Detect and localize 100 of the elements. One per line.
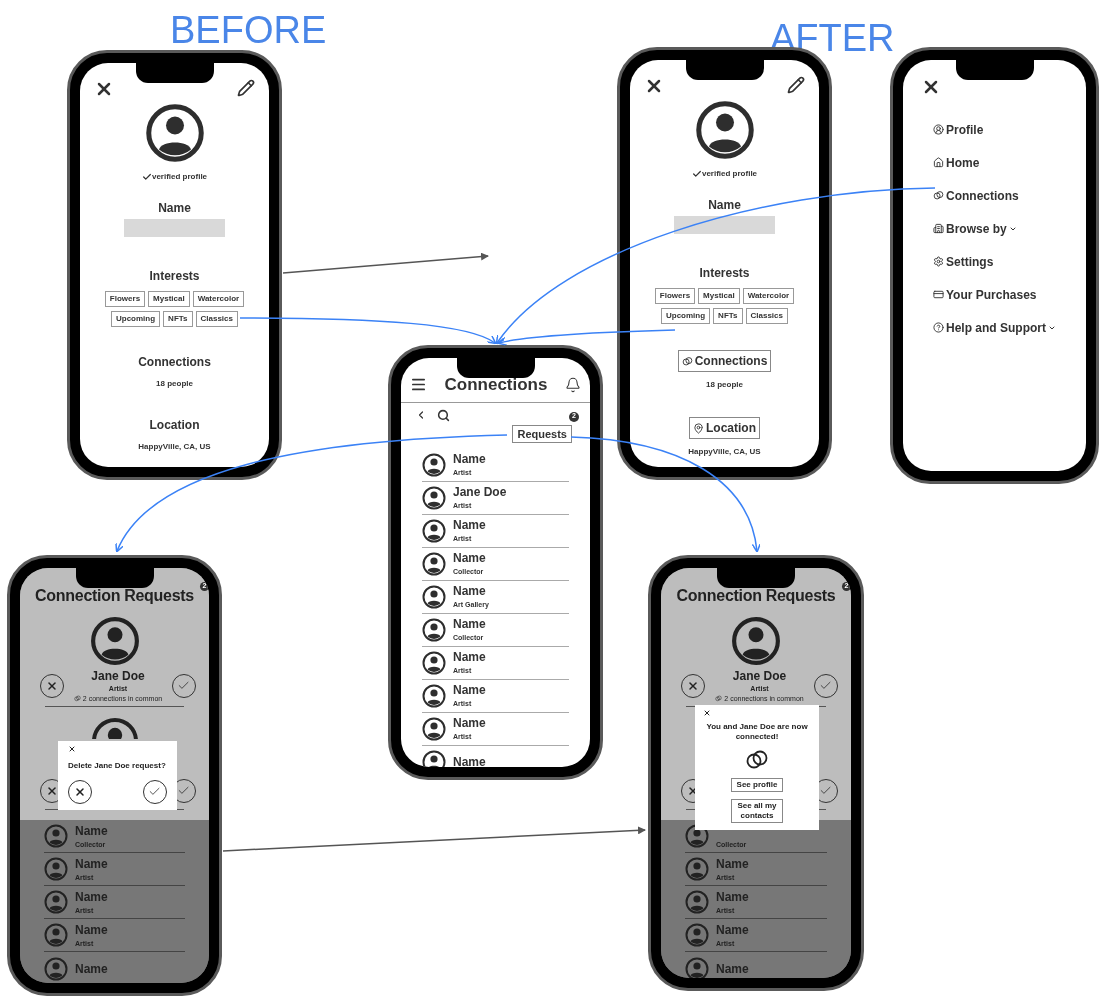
menu-item[interactable]: Help and Support [933,319,1068,336]
search-icon[interactable] [437,408,450,422]
section-heading: Connections [138,354,211,371]
interest-tag: Upcoming [661,308,711,324]
contact-name: Name [716,923,749,936]
section-detail: 18 people [706,379,743,391]
requests-button[interactable]: Requests [512,424,572,443]
avatar-icon [44,890,68,915]
avatar-icon [685,890,709,915]
interest-tag: Watercolor [192,291,245,307]
location-pin-icon [693,422,704,434]
avatar-icon [422,452,446,477]
avatar-icon [685,824,709,849]
avatar-icon [422,716,446,741]
contact-name: Name [75,890,108,903]
contact-name[interactable]: Name [453,519,486,531]
name-label: Name [708,197,741,214]
section-link-button[interactable]: Location [689,417,760,439]
menu-item[interactable]: Home [933,154,1068,171]
edit-icon[interactable] [237,79,255,97]
verified-label: verified profile [151,171,208,183]
close-icon[interactable] [68,745,76,753]
close-icon [687,680,699,692]
avatar-icon [422,750,446,767]
contact-name: Name [75,962,108,975]
interest-tag: Watercolor [742,288,795,304]
close-icon [46,680,58,692]
contact-name: Name [75,824,108,837]
notification-bell-icon[interactable] [565,376,581,393]
menu-item[interactable]: Settings [933,253,1068,270]
linked-rings-icon [681,355,693,367]
section-heading: Location [149,417,200,434]
menu-item[interactable]: Browse by [933,220,1068,237]
dialog-button[interactable]: See profile [731,778,783,792]
interest-tag: NFTs [163,311,193,327]
avatar-icon [90,717,139,740]
contact-name[interactable]: Name [453,552,486,564]
avatar-icon [422,584,446,609]
close-icon[interactable] [703,709,711,717]
home-icon [933,157,944,168]
contact-name: Name [716,890,749,903]
section-detail: HappyVille, CA, US [688,446,761,458]
avatar-icon [422,551,446,576]
close-icon [74,786,86,798]
section-link-button[interactable]: Connections [677,350,772,372]
avatar-icon [44,857,68,882]
interest-tag: Upcoming [111,311,161,327]
screen-title: Connections [444,374,548,396]
contact-name[interactable]: Name [453,684,486,696]
edit-icon[interactable] [787,76,805,94]
avatar-icon [685,956,709,978]
dialog-message: You and Jane Doe are now connected! [705,722,809,742]
section-detail: HappyVille, CA, US [138,441,211,453]
avatar-icon [422,683,446,708]
contact-name[interactable]: Name [453,585,489,597]
contact-name[interactable]: Name [453,651,486,663]
interest-tag: Flowers [104,291,146,307]
dialog-button[interactable]: See all my contacts [731,799,783,823]
interest-tag: Mystical [148,291,190,307]
interest-tag: Classics [195,311,238,327]
requester-name: Jane Doe [732,670,787,682]
contact-name[interactable]: Name [453,618,486,630]
interest-tag: NFTs [713,308,743,324]
linked-rings-icon [933,190,944,201]
avatar-icon [685,857,709,882]
menu-item[interactable]: Profile [933,121,1068,138]
menu-item[interactable]: Your Purchases [933,286,1068,303]
check-icon [691,169,702,179]
contact-name: Name [75,857,108,870]
contact-name: Name [716,962,749,975]
contact-name: Name [75,923,108,936]
interests-heading: Interests [149,268,200,285]
interest-tag: Mystical [698,288,740,304]
avatar-icon [685,923,709,948]
interest-tag: Classics [745,308,788,324]
interests-heading: Interests [699,265,750,282]
contact-name[interactable]: Name [453,453,486,465]
verified-label: verified profile [701,168,758,180]
interest-tag: Flowers [654,288,696,304]
close-icon [46,785,58,798]
menu-item[interactable]: Connections [933,187,1068,204]
contact-name[interactable]: Name [453,717,486,729]
user-icon [933,124,944,135]
avatar-icon [89,616,140,666]
avatar-icon [694,100,755,160]
avatar-icon [422,617,446,642]
avatar-icon [144,103,205,163]
contact-name[interactable]: Name [453,756,486,767]
before-label: BEFORE [170,8,327,53]
avatar-icon [44,824,68,849]
avatar-icon [422,650,446,675]
avatar-icon [731,616,781,666]
help-icon [933,322,944,333]
check-icon [141,172,152,182]
avatar-icon [44,923,68,948]
contact-name[interactable]: Jane Doe [453,486,507,498]
section-detail: 18 people [156,378,193,390]
settings-icon [933,256,944,267]
name-label: Name [158,200,191,217]
screen-title: Connection Requests [676,586,836,606]
